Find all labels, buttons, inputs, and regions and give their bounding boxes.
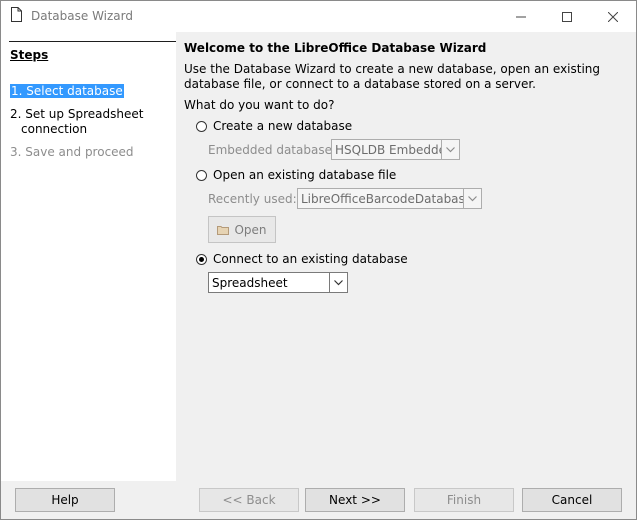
step-number: 2. [10, 107, 22, 121]
radio-connect-existing[interactable] [196, 253, 207, 265]
steps-divider [9, 41, 176, 42]
maximize-button[interactable] [544, 1, 590, 32]
step-number: 1. [11, 84, 23, 98]
close-button[interactable] [590, 1, 636, 32]
wizard-question: What do you want to do? [184, 98, 335, 112]
database-type-select[interactable]: Spreadsheet [208, 272, 348, 293]
step-number: 3. [10, 145, 22, 159]
open-existing-label: Open an existing database file [213, 168, 397, 182]
document-icon [11, 7, 22, 22]
minimize-button[interactable] [498, 1, 544, 32]
cancel-button[interactable]: Cancel [522, 488, 622, 512]
help-button[interactable]: Help [15, 488, 115, 512]
recently-used-select: LibreOfficeBarcodeDatabase32 [297, 188, 482, 209]
close-icon [608, 11, 618, 22]
recently-used-label: Recently used: [208, 192, 297, 206]
chevron-down-icon [441, 140, 459, 159]
wizard-heading: Welcome to the LibreOffice Database Wiza… [184, 41, 487, 55]
step-label: Set up Spreadsheet [25, 107, 144, 121]
folder-open-icon [217, 225, 230, 235]
step-label: Select database [26, 84, 123, 98]
window-title: Database Wizard [31, 9, 133, 23]
chevron-down-icon[interactable] [329, 273, 347, 292]
radio-open-existing[interactable] [196, 169, 207, 181]
database-type-value: Spreadsheet [212, 275, 288, 290]
steps-title: Steps [10, 48, 49, 62]
create-new-label: Create a new database [213, 119, 353, 133]
connect-existing-label: Connect to an existing database [213, 252, 408, 266]
steps-sidebar: Steps 1. Select database 2. Set up Sprea… [1, 32, 176, 481]
step-select-database[interactable]: 1. Select database [10, 84, 124, 99]
next-button[interactable]: Next >> [305, 488, 405, 512]
title-bar[interactable]: Database Wizard [1, 1, 636, 32]
maximize-icon [562, 11, 572, 22]
recently-used-value: LibreOfficeBarcodeDatabase32 [301, 191, 463, 206]
embedded-database-label: Embedded database: [208, 143, 336, 157]
back-button: << Back [199, 488, 299, 512]
radio-create-new[interactable] [196, 120, 207, 132]
button-bar: Help << Back Next >> Finish Cancel [1, 481, 636, 519]
step-save-and-proceed: 3. Save and proceed [10, 145, 134, 160]
wizard-content: Welcome to the LibreOffice Database Wiza… [176, 32, 636, 481]
connect-existing-database-option[interactable]: Connect to an existing database [196, 252, 408, 266]
step-label: Save and proceed [25, 145, 134, 159]
finish-button: Finish [414, 488, 514, 512]
step-label-continued: connection [21, 122, 88, 136]
wizard-description: Use the Database Wizard to create a new … [184, 62, 601, 91]
open-existing-file-option[interactable]: Open an existing database file [196, 168, 396, 182]
create-new-database-option[interactable]: Create a new database [196, 119, 352, 133]
open-button-label: Open [234, 222, 267, 237]
minimize-icon [516, 16, 526, 17]
database-wizard-window: Database Wizard Steps 1. Select database… [0, 0, 637, 520]
open-file-button: Open [208, 216, 276, 243]
embedded-database-select: HSQLDB Embedded [331, 139, 460, 160]
chevron-down-icon [463, 189, 481, 208]
step-set-up-spreadsheet[interactable]: 2. Set up Spreadsheet connection [10, 107, 170, 137]
embedded-database-value: HSQLDB Embedded [335, 142, 441, 157]
